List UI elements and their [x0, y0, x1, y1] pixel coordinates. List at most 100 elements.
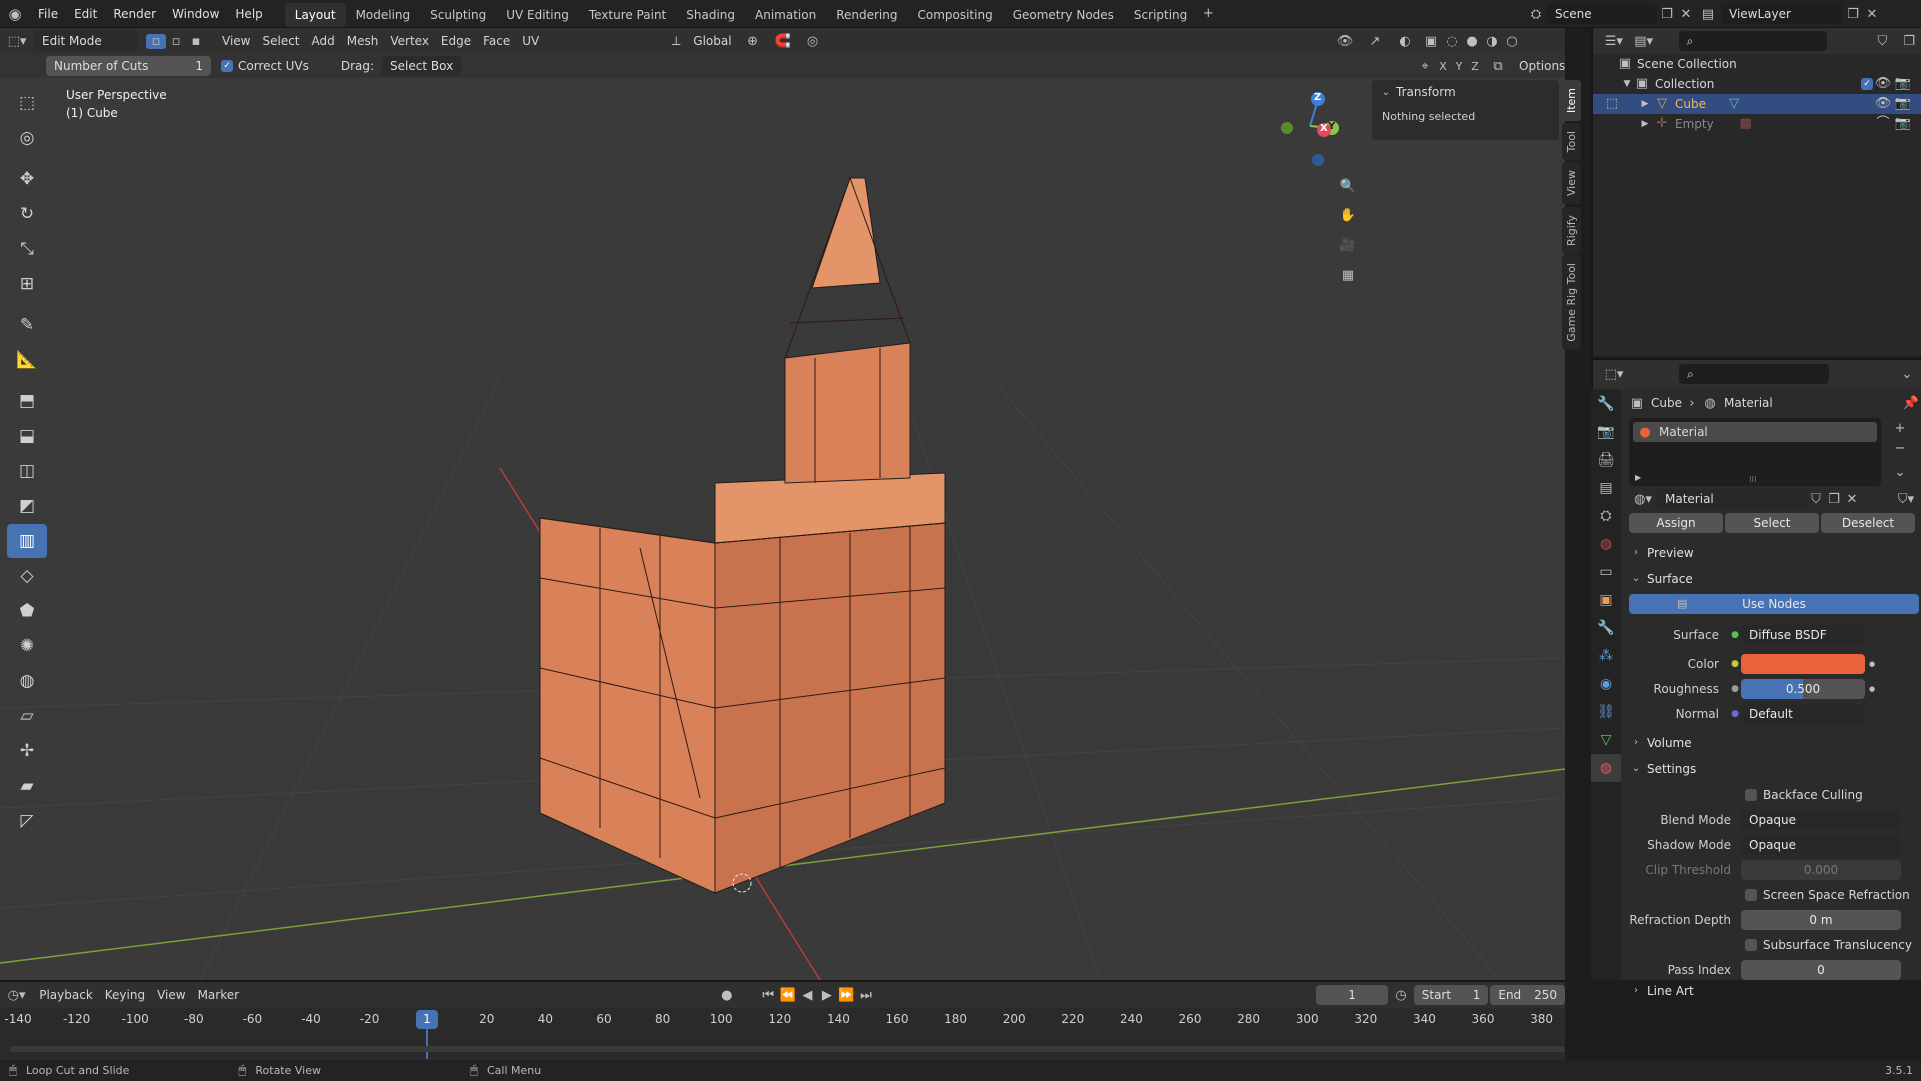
- new-view-layer-icon[interactable]: ❐: [1843, 7, 1863, 22]
- keyframe-dot-icon[interactable]: ●: [1865, 685, 1879, 693]
- gizmo-toggle-icon[interactable]: ↗: [1360, 34, 1390, 49]
- tab-sculpting[interactable]: Sculpting: [420, 3, 496, 27]
- expand-arrow-icon[interactable]: ▼: [1621, 74, 1633, 94]
- playhead-frame-indicator[interactable]: 1: [416, 1010, 438, 1029]
- material-filter-icon[interactable]: ⛉▾: [1893, 492, 1919, 507]
- spin-tool[interactable]: ✺: [7, 629, 47, 663]
- pin-icon[interactable]: 📌: [1903, 396, 1919, 411]
- preview-panel-header[interactable]: › Preview: [1629, 540, 1919, 566]
- tab-compositing[interactable]: Compositing: [907, 3, 1002, 27]
- expand-arrow-icon[interactable]: ▶: [1637, 94, 1653, 114]
- editor-type-icon[interactable]: ⬚▾: [0, 34, 34, 49]
- menu-face[interactable]: Face: [477, 28, 516, 54]
- record-keyframe-icon[interactable]: ●: [715, 988, 738, 1003]
- end-frame-field[interactable]: End 250: [1490, 985, 1565, 1005]
- list-resize-handle[interactable]: ⁝⁝⁝: [1749, 475, 1757, 484]
- scale-tool[interactable]: ⤡: [7, 232, 47, 266]
- outliner-editor-type-icon[interactable]: ☰▾: [1599, 34, 1629, 49]
- navigation-gizmo[interactable]: Z X Y: [1270, 88, 1350, 168]
- normal-dropdown[interactable]: Default: [1741, 703, 1865, 724]
- tab-animation[interactable]: Animation: [745, 3, 826, 27]
- tab-modeling[interactable]: Modeling: [346, 3, 421, 27]
- roughness-slider[interactable]: 0.500: [1741, 678, 1865, 699]
- collection-tab-icon[interactable]: ▭: [1591, 558, 1621, 586]
- inset-tool[interactable]: ◫: [7, 454, 47, 488]
- mode-dropdown[interactable]: Edit Mode: [34, 31, 138, 51]
- collection-camera-icon[interactable]: 📷: [1893, 74, 1913, 94]
- use-nodes-button[interactable]: ▤ Use Nodes: [1629, 594, 1919, 614]
- scene-field[interactable]: Scene: [1547, 4, 1657, 24]
- visibility-icon[interactable]: 👁: [1330, 34, 1360, 49]
- sidebar-tab-game-rig-tool[interactable]: Game Rig Tool: [1562, 255, 1581, 351]
- deselect-button[interactable]: Deselect: [1821, 513, 1915, 533]
- use-preview-range-icon[interactable]: ◷: [1388, 988, 1413, 1003]
- zoom-icon[interactable]: 🔍: [1335, 172, 1361, 200]
- delete-scene-icon[interactable]: ✕: [1677, 7, 1695, 22]
- add-workspace-icon[interactable]: +: [1197, 6, 1219, 21]
- duplicate-material-icon[interactable]: ❐: [1825, 492, 1843, 507]
- material-tab-icon[interactable]: ◍: [1591, 754, 1621, 782]
- collection-checkbox[interactable]: ✓: [1861, 78, 1873, 90]
- outliner-scene-collection[interactable]: ▣ Scene Collection: [1593, 54, 1921, 74]
- list-expand-icon[interactable]: ▶: [1635, 473, 1641, 482]
- menu-timeline-view[interactable]: View: [151, 982, 191, 1008]
- jump-next-key-icon[interactable]: ⏩: [837, 988, 857, 1003]
- xray-icon[interactable]: ▣: [1420, 34, 1442, 49]
- options-dropdown[interactable]: Options: [1513, 56, 1571, 76]
- poly-build-tool[interactable]: ⬟: [7, 594, 47, 628]
- constraints-tab-icon[interactable]: ⛓: [1591, 698, 1621, 726]
- backface-culling-checkbox[interactable]: [1745, 788, 1757, 801]
- add-cube-tool[interactable]: ⬒: [7, 384, 47, 418]
- shrink-fatten-tool[interactable]: ✢: [7, 734, 47, 768]
- measure-tool[interactable]: 📐: [7, 343, 47, 377]
- properties-options-icon[interactable]: ⌄: [1897, 367, 1917, 382]
- menu-mesh[interactable]: Mesh: [341, 28, 385, 54]
- tab-uv-editing[interactable]: UV Editing: [496, 3, 579, 27]
- smooth-tool[interactable]: ◍: [7, 664, 47, 698]
- neg-y-axis-handle[interactable]: [1281, 122, 1293, 134]
- menu-window[interactable]: Window: [164, 0, 227, 28]
- start-frame-field[interactable]: Start 1: [1413, 985, 1489, 1005]
- ssr-checkbox[interactable]: [1745, 888, 1757, 901]
- transform-tool[interactable]: ⊞: [7, 267, 47, 301]
- current-frame-field[interactable]: 1: [1315, 985, 1389, 1005]
- menu-render[interactable]: Render: [105, 0, 164, 28]
- menu-uv[interactable]: UV: [516, 28, 545, 54]
- rotate-tool[interactable]: ↻: [7, 197, 47, 231]
- menu-edit[interactable]: Edit: [66, 0, 105, 28]
- view-layer-tab-icon[interactable]: ▤: [1591, 474, 1621, 502]
- material-slot-item[interactable]: ● Material: [1633, 422, 1877, 442]
- collection-eye-icon[interactable]: 👁: [1873, 74, 1893, 94]
- breadcrumb-cube[interactable]: Cube: [1651, 396, 1682, 410]
- menu-playback[interactable]: Playback: [33, 982, 99, 1008]
- blend-mode-dropdown[interactable]: Opaque: [1741, 809, 1901, 830]
- object-tab-icon[interactable]: ▣: [1591, 586, 1621, 614]
- shadow-mode-dropdown[interactable]: Opaque: [1741, 834, 1901, 855]
- view-layer-field[interactable]: ViewLayer: [1721, 4, 1843, 24]
- transform-orientation-dropdown[interactable]: Global: [687, 28, 737, 54]
- tab-scripting[interactable]: Scripting: [1124, 3, 1197, 27]
- material-slot-list[interactable]: ● Material ▶ ⁝⁝⁝: [1629, 418, 1881, 486]
- particles-tab-icon[interactable]: ⁂: [1591, 642, 1621, 670]
- outliner-search-input[interactable]: ⌕: [1678, 31, 1828, 51]
- blender-logo-icon[interactable]: ◉: [0, 0, 30, 28]
- timeline-scrollbar[interactable]: [10, 1046, 1565, 1052]
- tool-tab-icon[interactable]: 🔧: [1591, 390, 1621, 418]
- mirror-x-toggle[interactable]: X: [1435, 60, 1451, 73]
- extrude-tool[interactable]: ⬓: [7, 419, 47, 453]
- neg-z-axis-handle[interactable]: [1312, 154, 1324, 166]
- loop-cut-tool[interactable]: ▥: [7, 524, 47, 558]
- sidebar-tab-tool[interactable]: Tool: [1562, 123, 1581, 161]
- menu-add[interactable]: Add: [306, 28, 341, 54]
- surface-panel-header[interactable]: ⌄ Surface: [1629, 566, 1919, 592]
- pass-index-field[interactable]: 0: [1741, 959, 1901, 980]
- transform-panel-title[interactable]: Transform: [1396, 85, 1456, 99]
- sidebar-tab-view[interactable]: View: [1562, 162, 1581, 205]
- auto-merge-icon[interactable]: ⧉: [1483, 59, 1513, 74]
- volume-panel-header[interactable]: › Volume: [1629, 730, 1919, 756]
- solid-shading-icon[interactable]: ●: [1462, 34, 1482, 49]
- add-slot-icon[interactable]: +: [1891, 418, 1909, 438]
- play-reverse-icon[interactable]: ◀: [798, 988, 818, 1003]
- snap-icon[interactable]: 🧲: [768, 34, 798, 49]
- pivot-icon[interactable]: ⊕: [738, 34, 768, 49]
